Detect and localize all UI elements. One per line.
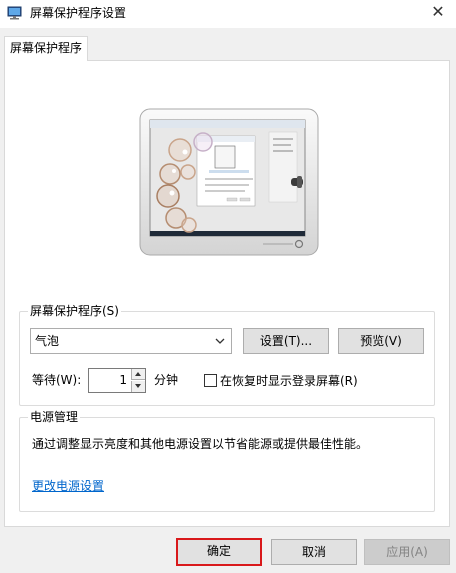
screensaver-group-label: 屏幕保护程序(S): [28, 303, 121, 319]
chevron-down-icon: [215, 338, 225, 344]
screensaver-group: 屏幕保护程序(S) 气泡 设置(T)... 预览(V) 等待(W): 1 分钟 …: [19, 303, 435, 406]
wait-unit-label: 分钟: [154, 373, 179, 387]
power-management-label: 电源管理: [28, 409, 81, 425]
close-icon: ✕: [431, 2, 445, 21]
resume-logon-checkbox[interactable]: [204, 374, 217, 387]
tab-panel: 屏幕保护程序(S) 气泡 设置(T)... 预览(V) 等待(W): 1 分钟 …: [4, 60, 450, 527]
screensaver-app-icon: [7, 6, 22, 20]
screensaver-select[interactable]: 气泡: [30, 328, 232, 354]
arrow-down-icon: [135, 384, 141, 388]
screensaver-preview-monitor: [139, 108, 319, 256]
wait-minutes-stepper[interactable]: 1: [88, 368, 146, 393]
power-description: 通过调整显示亮度和其他电源设置以节省能源或提供最佳性能。: [32, 437, 369, 451]
stepper-up-button[interactable]: [131, 369, 145, 380]
screensaver-settings-dialog: 屏幕保护程序设置 ✕ 屏幕保护程序 屏幕保护程序(S) 气泡 设置(T)... …: [0, 0, 456, 573]
cancel-button-label: 取消: [301, 545, 326, 559]
window-title: 屏幕保护程序设置: [30, 6, 127, 20]
change-power-settings-link[interactable]: 更改电源设置: [32, 478, 104, 494]
title-bar[interactable]: 屏幕保护程序设置 ✕: [0, 0, 456, 28]
apply-button[interactable]: 应用(A): [364, 539, 450, 565]
cancel-button[interactable]: 取消: [271, 539, 357, 565]
apply-button-label: 应用(A): [386, 545, 428, 559]
tab-label: 屏幕保护程序: [9, 41, 82, 55]
ok-button[interactable]: 确定: [176, 538, 262, 566]
resume-logon-label[interactable]: 在恢复时显示登录屏幕(R): [220, 373, 358, 389]
wait-label: 等待(W):: [32, 373, 82, 387]
power-management-group: 电源管理 通过调整显示亮度和其他电源设置以节省能源或提供最佳性能。 更改电源设置: [19, 409, 435, 512]
wait-minutes-value: 1: [119, 373, 127, 387]
ok-button-label: 确定: [206, 544, 231, 558]
screensaver-selected-value: 气泡: [35, 334, 60, 348]
arrow-up-icon: [135, 372, 141, 376]
preview-button-label: 预览(V): [360, 334, 402, 348]
preview-button[interactable]: 预览(V): [338, 328, 424, 354]
stepper-down-button[interactable]: [131, 381, 145, 392]
settings-button[interactable]: 设置(T)...: [243, 328, 329, 354]
settings-button-label: 设置(T)...: [259, 334, 313, 348]
tab-screensaver[interactable]: 屏幕保护程序: [4, 36, 88, 61]
close-button[interactable]: ✕: [420, 0, 456, 26]
